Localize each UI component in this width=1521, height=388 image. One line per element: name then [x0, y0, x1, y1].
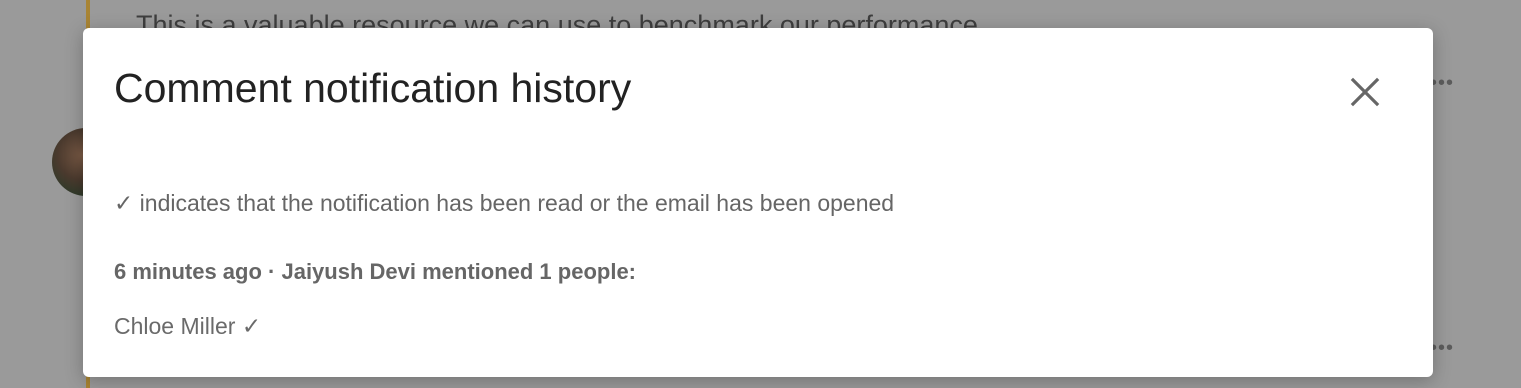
more-horizontal-icon: ••• — [1430, 72, 1455, 94]
notification-history-dialog: Comment notification history ✓ indicates… — [83, 28, 1433, 377]
more-horizontal-icon: ••• — [1430, 337, 1455, 359]
recipient-item: Chloe Miller ✓ — [114, 313, 262, 339]
dialog-title: Comment notification history — [114, 65, 632, 111]
close-button[interactable] — [1345, 72, 1385, 112]
read-indicator-legend: ✓ indicates that the notification has be… — [114, 190, 895, 216]
close-icon — [1350, 77, 1380, 107]
history-entry-summary: 6 minutes ago · Jaiyush Devi mentioned 1… — [114, 259, 637, 284]
